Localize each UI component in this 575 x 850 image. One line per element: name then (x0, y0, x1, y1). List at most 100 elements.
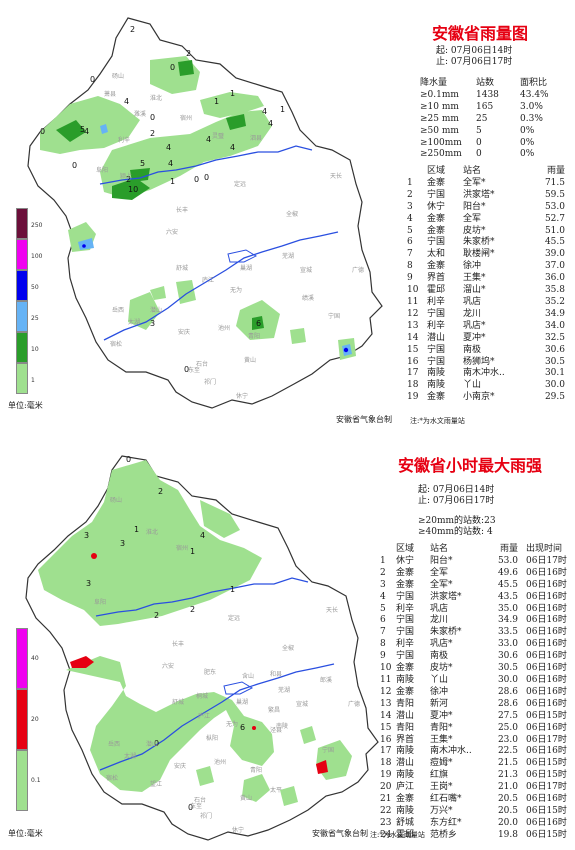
table-cell: 全军* (463, 177, 486, 188)
station-value: 3 (86, 579, 91, 588)
station-value: 0 (170, 63, 175, 72)
table-cell: 金寨 (396, 794, 415, 805)
table-cell: 28.6 (497, 698, 518, 709)
table-cell: 南陵 (396, 674, 415, 685)
table-cell: 金寨 (427, 261, 446, 272)
table-header: 出现时间 (526, 544, 563, 554)
table-row: 12 金寨 徐冲 28.6 06日16时 (380, 687, 570, 699)
table-cell: 2 (407, 189, 413, 200)
table-row: ≥50 mm 5 0% (420, 126, 564, 138)
table-cell: 17 (380, 746, 392, 757)
table-cell: 金寨 (396, 567, 415, 578)
table-cell: 6 (407, 237, 413, 248)
table-row: 9 宁国 南极 30.6 06日16时 (380, 651, 570, 663)
table-cell: ≥250mm (420, 149, 462, 160)
table-cell: 宁国 (396, 591, 415, 602)
table-cell: 金寨 (427, 225, 446, 236)
issuer-label: 安徽省气象台制 (312, 829, 368, 838)
place-name: 岳西 (108, 741, 120, 748)
table-cell: 丫山 (463, 380, 482, 391)
table-cell: 33.5 (497, 627, 518, 638)
table-cell: ≥25 mm (420, 113, 459, 124)
table-row: 19 金寨 小南京* 29.5 (407, 392, 565, 404)
place-name: 宿州 (176, 544, 188, 552)
place-name: 定远 (228, 614, 240, 622)
table-cell: 06日16时 (526, 603, 567, 614)
legend-swatch (16, 239, 28, 270)
table-cell: 14 (407, 332, 419, 343)
table-cell: ≥10 mm (420, 101, 459, 112)
table-cell: 28.6 (497, 686, 518, 697)
place-name: 宿州 (180, 114, 192, 122)
table-cell: 界首 (396, 734, 415, 745)
table-cell: 巩店* (430, 639, 453, 650)
legend-swatch (16, 301, 28, 332)
table-cell: 南陵 (396, 746, 415, 757)
table-cell: 4 (380, 591, 386, 602)
table-cell: 23.0 (497, 734, 518, 745)
station-value: 1 (230, 89, 235, 98)
period-start: 起: 07月06日14时 (436, 46, 513, 56)
table-cell: 东方红* (430, 817, 462, 828)
table-cell: 青阳 (396, 698, 415, 709)
place-name: 郎溪 (320, 676, 332, 684)
rainfall-stats-table: 降水量 站数 面积比 ≥0.1mm 1438 43.4% ≥10 mm 165 3.0% ≥… (420, 78, 564, 161)
table-header: 雨量 (499, 544, 518, 554)
station-value: 0 (40, 127, 45, 136)
table-row: 16 界首 王集* 23.0 06日17时 (380, 735, 570, 747)
period-end: 止: 07月06日17时 (436, 57, 513, 67)
table-cell: 06日16时 (526, 722, 567, 733)
table-cell: 洪家塔* (463, 189, 495, 200)
table-cell: 范桥乡 (430, 829, 458, 840)
table-cell: 06日15时 (526, 829, 567, 840)
station-value: 4 (262, 107, 267, 116)
place-name: 繁昌 (268, 706, 280, 714)
station-value: 1 (190, 547, 195, 556)
station-value: 3 (150, 319, 155, 328)
table-cell: 宁国 (427, 237, 446, 248)
place-name: 无为 (230, 286, 242, 294)
table-cell: 49.6 (497, 567, 518, 578)
station-value: 10 (128, 185, 138, 194)
station-value: 4 (230, 143, 235, 152)
table-cell: 71.5 (544, 177, 565, 188)
table-cell: 全军 (430, 567, 449, 578)
place-name: 黄山 (240, 794, 252, 802)
place-name: 安庆 (174, 762, 186, 770)
station-value: 0 (72, 161, 77, 170)
table-cell: 宁国 (427, 344, 446, 355)
place-name: 青阳 (248, 332, 260, 340)
legend-swatch (16, 363, 28, 394)
table-cell: 0 (476, 149, 482, 160)
legend-swatch (16, 750, 28, 811)
table-cell: 06日16时 (526, 746, 567, 757)
table-cell: 9 (380, 651, 386, 662)
table-cell: 红石嘴* (430, 794, 462, 805)
table-cell: 金寨 (427, 392, 446, 403)
place-name: 灵璧 (212, 132, 224, 140)
table-cell: 06日16时 (526, 579, 567, 590)
place-name: 萧县 (104, 90, 116, 98)
station-value: 1 (170, 177, 175, 186)
place-name: 长丰 (172, 640, 184, 648)
place-name: 阜阳 (96, 166, 108, 174)
table-row: 5 金寨 皮坊* 51.0 (407, 226, 565, 238)
table-cell: 红旗 (430, 770, 449, 781)
table-cell: 王集* (463, 273, 486, 284)
table-cell: 06日16时 (526, 591, 567, 602)
table-row: 18 南陵 丫山 30.0 (407, 380, 565, 392)
table-row: 7 太和 耿楼闸* 39.0 (407, 249, 565, 261)
table-cell: 52.7 (544, 213, 565, 224)
table-cell: 21.0 (497, 782, 518, 793)
table-row: 8 利辛 巩店* 33.0 06日16时 (380, 639, 570, 651)
table-cell: 8 (407, 261, 413, 272)
place-name: 舒城 (172, 698, 184, 706)
table-cell: 徐冲 (463, 261, 482, 272)
table-cell: 夏冲* (463, 332, 486, 343)
station-value: 4 (124, 97, 129, 106)
table-cell: 9 (407, 273, 413, 284)
table-cell: 皮坊* (463, 225, 486, 236)
place-name: 桐城 (196, 692, 208, 700)
province-outline (27, 17, 383, 409)
table-cell: 30.6 (544, 344, 565, 355)
